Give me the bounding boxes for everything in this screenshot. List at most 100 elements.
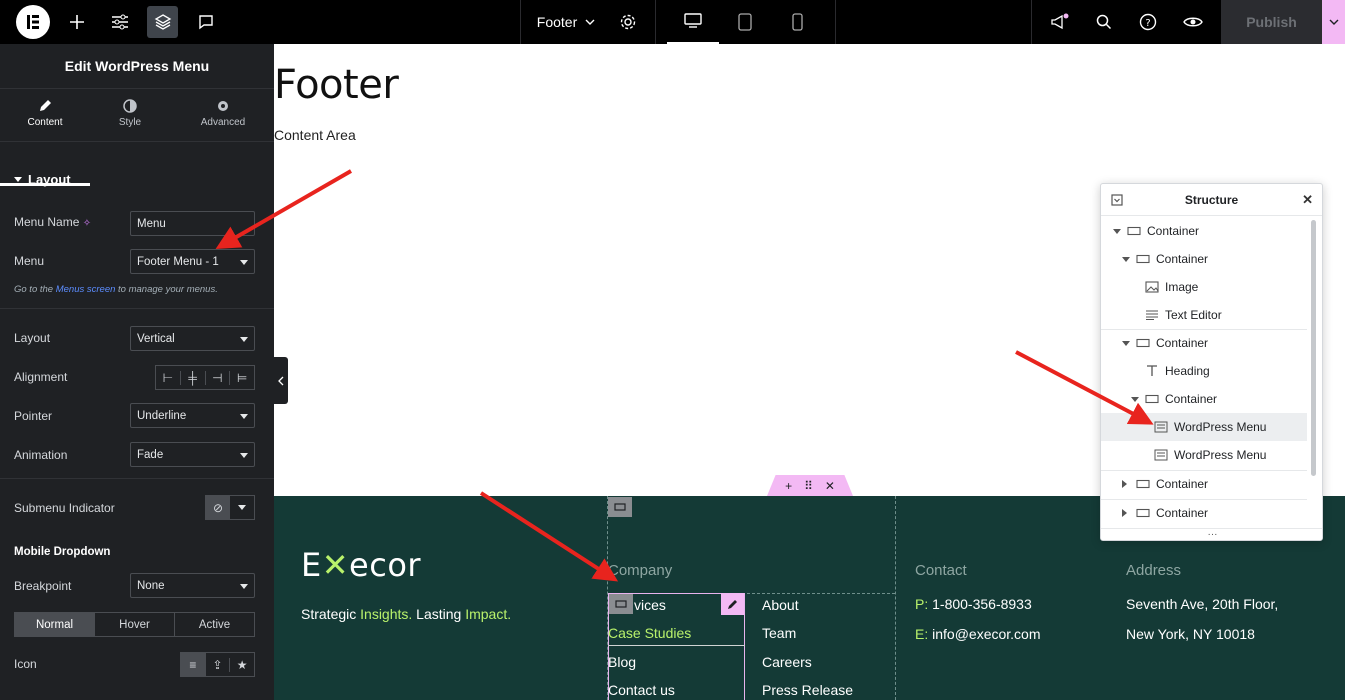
menu-item-services[interactable]: vices (634, 597, 666, 613)
menu-item-team[interactable]: Team (762, 625, 796, 641)
structure-item-label: Container (1156, 477, 1209, 491)
caret-right-icon[interactable] (1122, 480, 1130, 488)
caret-down-icon[interactable] (1122, 340, 1130, 346)
structure-item-heading[interactable]: Heading (1101, 357, 1307, 385)
gear-icon (218, 101, 228, 111)
structure-item-text-editor[interactable]: Text Editor (1101, 301, 1307, 329)
comments-icon[interactable] (192, 0, 220, 44)
caret-down-icon[interactable] (1122, 256, 1130, 262)
layout-select[interactable]: Vertical (130, 326, 255, 351)
tab-hover[interactable]: Hover (95, 613, 175, 636)
widget-handle-icon[interactable] (609, 594, 633, 614)
caret-down-icon[interactable] (1113, 228, 1121, 234)
structure-item-label: WordPress Menu (1174, 448, 1267, 462)
help-icon[interactable]: ? (1134, 0, 1162, 44)
star-icon[interactable]: ★ (230, 658, 254, 672)
structure-item-container[interactable]: Container (1101, 245, 1307, 273)
half-circle-icon (123, 99, 137, 113)
mobile-dropdown-heading: Mobile Dropdown (14, 546, 111, 558)
page-name-dropdown[interactable]: Footer (528, 0, 604, 44)
collapse-all-icon[interactable] (1111, 194, 1123, 206)
address-line-1: Seventh Ave, 20th Floor, (1126, 596, 1279, 612)
menu-item-press-release[interactable]: Press Release (762, 682, 853, 698)
resize-handle[interactable]: ··· (1101, 528, 1322, 540)
contact-phone: P: 1-800-356-8933 (915, 596, 1032, 612)
submenu-indicator-picker[interactable]: ⊘ (205, 495, 255, 520)
add-icon[interactable]: + (785, 479, 792, 493)
tab-style[interactable]: Style (90, 89, 170, 186)
structure-item-image[interactable]: Image (1101, 273, 1307, 301)
upload-icon[interactable]: ⇪ (206, 657, 231, 672)
structure-item-container[interactable]: Container (1101, 470, 1307, 498)
animation-select[interactable]: Fade (130, 442, 255, 467)
hamburger-icon[interactable]: ≡ (181, 653, 206, 676)
page-settings-gear-icon[interactable] (614, 0, 642, 44)
elementor-logo-icon[interactable] (16, 0, 50, 44)
company-heading: Company (608, 562, 673, 579)
menu-item-about[interactable]: About (762, 597, 799, 613)
close-icon[interactable]: ✕ (1302, 192, 1313, 208)
menu-item-blog[interactable]: Blog (608, 654, 636, 670)
structure-item-container[interactable]: Container (1101, 499, 1307, 527)
menu-item-careers[interactable]: Careers (762, 654, 812, 670)
section-handle[interactable]: + ⠿ ✕ (767, 475, 853, 496)
container-icon (1136, 479, 1150, 489)
container-icon (1145, 394, 1159, 404)
preview-eye-icon[interactable] (1178, 0, 1208, 44)
mobile-view-icon[interactable] (787, 0, 807, 44)
tab-advanced[interactable]: Advanced (178, 89, 268, 186)
structure-item-wordpress-menu[interactable]: WordPress Menu (1101, 441, 1307, 469)
structure-item-label: Container (1156, 336, 1209, 350)
notifications-megaphone-icon[interactable] (1046, 0, 1074, 44)
desktop-view-icon[interactable] (667, 0, 719, 44)
structure-scrollbar[interactable] (1311, 220, 1316, 476)
structure-item-label: Container (1156, 252, 1209, 266)
collapse-panel-chevron-icon[interactable] (274, 357, 288, 404)
structure-divider (1101, 499, 1307, 500)
execor-logo: E✕ecor (301, 546, 422, 584)
menu-item-contact-us[interactable]: Contact us (608, 682, 675, 698)
align-right-icon[interactable]: ⊣ (206, 370, 231, 385)
structure-title: Structure (1184, 192, 1239, 207)
structure-item-container[interactable]: Container (1101, 329, 1307, 357)
caret-down-icon[interactable] (1131, 396, 1139, 402)
top-bar: Footer ? Publish (0, 0, 1345, 44)
address-heading: Address (1126, 562, 1182, 579)
structure-item-container[interactable]: Container (1101, 217, 1307, 245)
container-handle-icon[interactable] (608, 497, 632, 517)
tab-active[interactable]: Active (175, 613, 254, 636)
menu-select[interactable]: Footer Menu - 1 (130, 249, 255, 274)
menu-item-case-studies[interactable]: Case Studies (608, 625, 691, 641)
structure-item-label: Container (1147, 224, 1200, 238)
drag-handle-icon[interactable]: ⠿ (804, 479, 813, 493)
align-center-icon[interactable]: ╪ (181, 370, 206, 385)
structure-item-container[interactable]: Container (1101, 385, 1307, 413)
structure-item-wordpress-menu[interactable]: WordPress Menu (1101, 413, 1307, 441)
publish-options-chevron-icon[interactable] (1322, 0, 1345, 44)
align-justify-icon[interactable]: ⊨ (230, 371, 254, 385)
container-icon (1127, 226, 1141, 236)
menus-screen-link[interactable]: Menus screen (56, 284, 116, 295)
align-left-icon[interactable]: ⊢ (156, 370, 181, 385)
site-settings-icon[interactable] (105, 0, 135, 44)
structure-layers-icon[interactable] (147, 6, 178, 38)
breakpoint-select[interactable]: None (130, 573, 255, 598)
pointer-select[interactable]: Underline (130, 403, 255, 428)
tab-normal[interactable]: Normal (15, 613, 95, 636)
ai-sparkle-icon[interactable]: ✧ (83, 218, 91, 229)
contact-heading: Contact (915, 562, 967, 579)
container-icon (1136, 254, 1150, 264)
layout-section-toggle[interactable]: Layout (14, 172, 71, 187)
search-icon[interactable] (1090, 0, 1118, 44)
close-icon[interactable]: ✕ (825, 479, 835, 493)
caret-right-icon[interactable] (1122, 509, 1130, 517)
menu-name-input[interactable]: Menu (130, 211, 255, 236)
add-element-icon[interactable] (62, 0, 92, 44)
structure-item-label: Text Editor (1165, 308, 1222, 322)
publish-button[interactable]: Publish (1221, 0, 1322, 44)
pencil-icon (40, 100, 51, 111)
alignment-control: ⊢ ╪ ⊣ ⊨ (155, 365, 255, 390)
page-name: Footer (536, 14, 578, 30)
tablet-view-icon[interactable] (733, 0, 757, 44)
edit-widget-pencil-icon[interactable] (721, 593, 744, 615)
